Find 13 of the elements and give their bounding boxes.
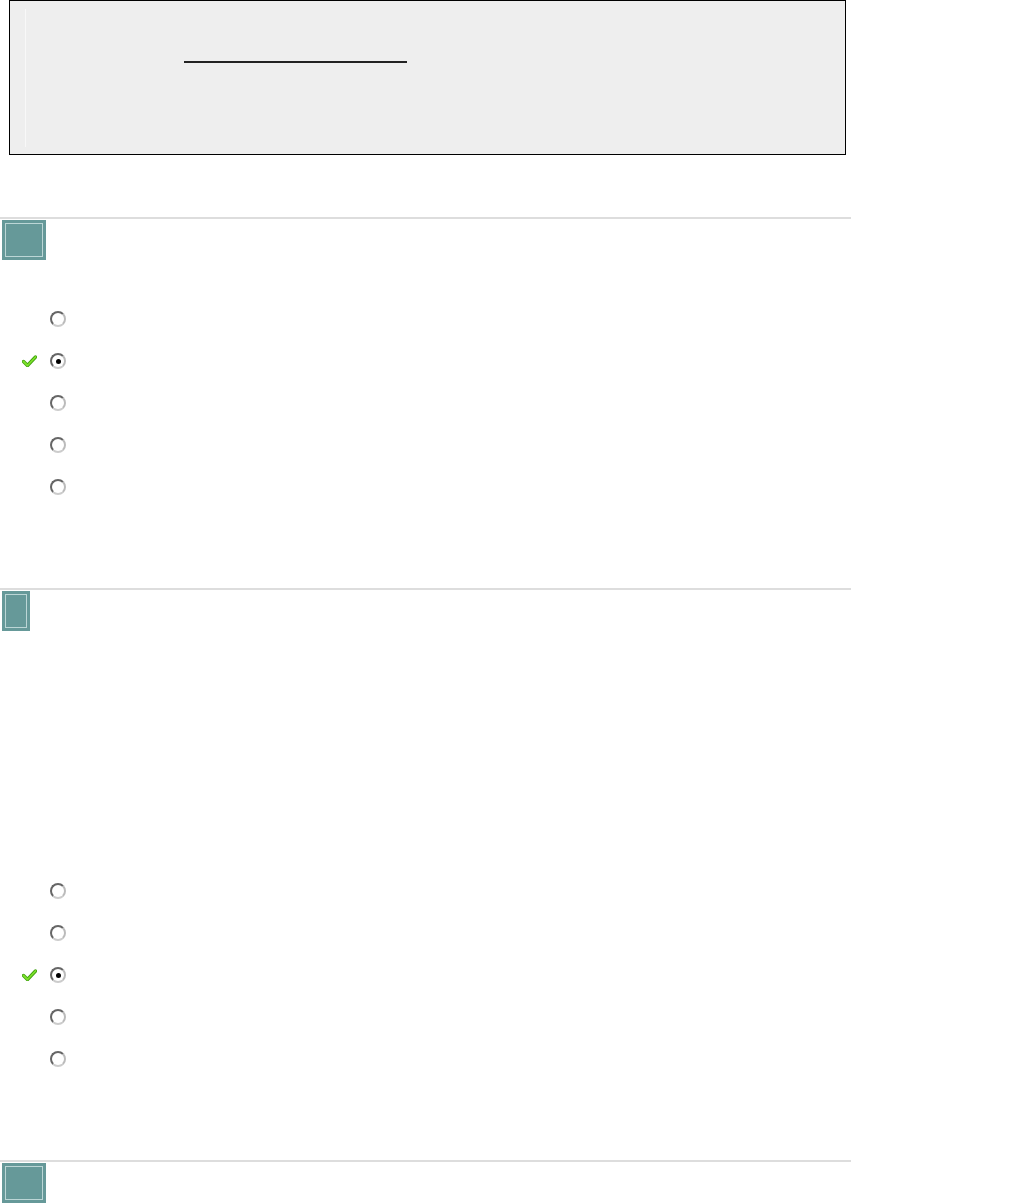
- radio-button[interactable]: [50, 1051, 66, 1067]
- radio-button[interactable]: [50, 1009, 66, 1025]
- radio-button[interactable]: [50, 437, 66, 453]
- radio-button[interactable]: [50, 311, 66, 327]
- question-number-badge: [2, 220, 46, 260]
- radio-button[interactable]: [50, 883, 66, 899]
- radio-button[interactable]: [50, 967, 66, 983]
- radio-button[interactable]: [50, 353, 66, 369]
- radio-button[interactable]: [50, 395, 66, 411]
- radio-button[interactable]: [50, 925, 66, 941]
- question-number-badge: [2, 591, 30, 631]
- question-number-badge: [2, 1163, 46, 1203]
- radio-button[interactable]: [50, 479, 66, 495]
